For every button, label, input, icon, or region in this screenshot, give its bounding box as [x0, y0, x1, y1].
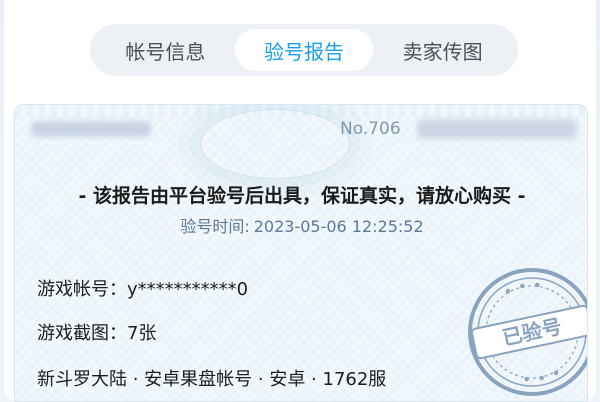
tab-seller-images[interactable]: 卖家传图	[373, 29, 512, 71]
verification-time: 验号时间: 2023-05-06 12:25:52	[15, 213, 587, 237]
verification-report: No.706 - 该报告由平台验号后出具，保证真实，请放心购买 - 验号时间: 2…	[14, 104, 588, 402]
verified-stamp-icon: 已验号	[468, 268, 587, 396]
game-account-row: 游戏帐号：y***********0	[37, 275, 248, 301]
game-screenshots-label: 游戏截图：	[37, 323, 127, 344]
report-number: No.706	[340, 119, 401, 139]
game-screenshots-value: 7张	[127, 323, 157, 344]
verification-time-value: 2023-05-06 12:25:52	[253, 217, 424, 236]
report-headline: - 该报告由平台验号后出具，保证真实，请放心购买 -	[78, 185, 526, 207]
tab-verification-report[interactable]: 验号报告	[234, 29, 374, 71]
redacted-report-number	[417, 119, 577, 139]
game-screenshots-row: 游戏截图：7张	[37, 319, 156, 345]
game-account-value: y***********0	[127, 279, 249, 300]
tab-bar: 帐号信息 验号报告 卖家传图	[90, 24, 518, 76]
guilloche-ornament	[200, 109, 350, 179]
account-detail-card: 帐号信息 验号报告 卖家传图 No.706 - 该报告由平台验号后出具，保证真实…	[4, 0, 596, 402]
tab-account-info[interactable]: 帐号信息	[96, 29, 235, 71]
game-account-label: 游戏帐号：	[37, 279, 127, 300]
verification-time-label: 验号时间:	[180, 217, 250, 236]
redacted-field	[31, 121, 151, 137]
game-info-line: 新斗罗大陆 · 安卓果盘帐号 · 安卓 · 1762服	[37, 369, 387, 390]
